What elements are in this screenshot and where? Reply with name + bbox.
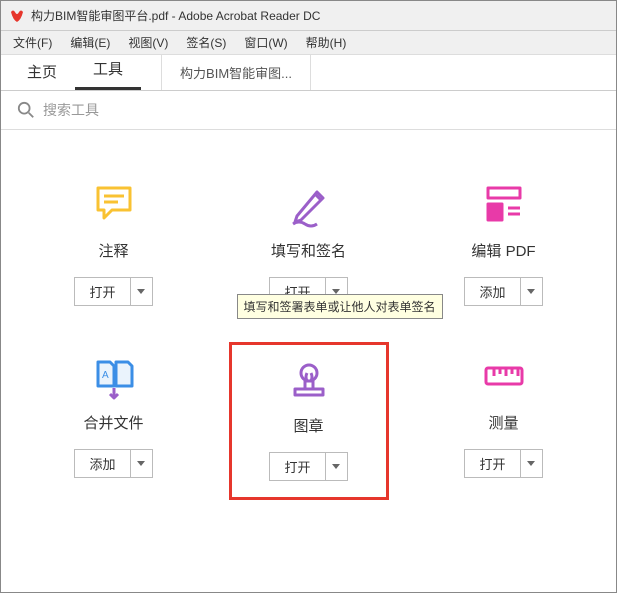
dropdown-button[interactable] — [130, 278, 152, 305]
tool-action: 打开 — [464, 449, 542, 478]
tool-fill-sign[interactable]: 填写和签名 打开 填写和签署表单或让他人对表单签名 — [229, 170, 389, 322]
tab-home[interactable]: 主页 — [9, 53, 75, 90]
ruler-icon — [480, 352, 528, 400]
tool-label: 合并文件 — [83, 412, 143, 433]
searchbar — [1, 91, 616, 130]
tool-label: 编辑 PDF — [471, 240, 535, 261]
tool-stamp[interactable]: 图章 打开 — [229, 342, 389, 500]
dropdown-button[interactable] — [520, 278, 542, 305]
tool-label: 图章 — [293, 415, 323, 436]
tool-edit-pdf[interactable]: 编辑 PDF 添加 — [424, 170, 584, 322]
tabbar: 主页 工具 构力BIM智能审图... — [1, 55, 616, 91]
acrobat-icon — [9, 8, 25, 24]
tool-action: 添加 — [464, 277, 542, 306]
combine-icon: A — [90, 352, 138, 400]
open-button[interactable]: 打开 — [270, 453, 324, 480]
tool-action: 打开 — [74, 277, 152, 306]
tooltip: 填写和签署表单或让他人对表单签名 — [237, 294, 443, 319]
tool-label: 测量 — [488, 412, 518, 433]
search-input[interactable] — [43, 102, 600, 118]
menu-help[interactable]: 帮助(H) — [298, 32, 355, 53]
dropdown-button[interactable] — [520, 450, 542, 477]
pen-icon — [285, 180, 333, 228]
comment-icon — [90, 180, 138, 228]
add-button[interactable]: 添加 — [465, 278, 519, 305]
menu-sign[interactable]: 签名(S) — [178, 32, 234, 53]
window-title: 构力BIM智能审图平台.pdf - Adobe Acrobat Reader D… — [31, 7, 320, 24]
tool-comments[interactable]: 注释 打开 — [34, 170, 194, 322]
menu-file[interactable]: 文件(F) — [5, 32, 60, 53]
add-button[interactable]: 添加 — [75, 450, 129, 477]
tab-tools[interactable]: 工具 — [75, 50, 141, 90]
menu-window[interactable]: 窗口(W) — [236, 32, 295, 53]
edit-icon — [480, 180, 528, 228]
search-icon — [17, 101, 35, 119]
titlebar: 构力BIM智能审图平台.pdf - Adobe Acrobat Reader D… — [1, 1, 616, 31]
tool-action: 添加 — [74, 449, 152, 478]
tool-measure[interactable]: 测量 打开 — [424, 342, 584, 500]
svg-text:A: A — [102, 370, 109, 381]
dropdown-button[interactable] — [130, 450, 152, 477]
tool-label: 注释 — [98, 240, 128, 261]
tab-document[interactable]: 构力BIM智能审图... — [161, 55, 311, 90]
dropdown-button[interactable] — [325, 453, 347, 480]
tool-label: 填写和签名 — [271, 240, 346, 261]
open-button[interactable]: 打开 — [465, 450, 519, 477]
tool-combine[interactable]: A 合并文件 添加 — [34, 342, 194, 500]
tools-grid: 注释 打开 填写和签名 打开 填写和签署表单或让他人对表单签名 — [1, 130, 616, 500]
stamp-icon — [285, 355, 333, 403]
tool-action: 打开 — [269, 452, 347, 481]
open-button[interactable]: 打开 — [75, 278, 129, 305]
